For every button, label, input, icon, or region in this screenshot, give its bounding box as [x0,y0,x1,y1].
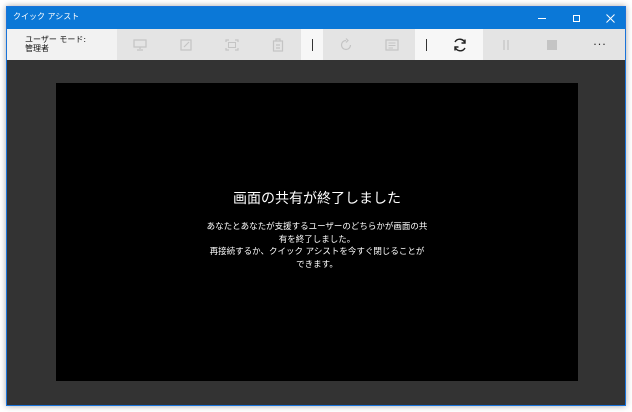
more-icon: ··· [593,38,607,51]
task-manager-icon [272,37,284,52]
close-button[interactable] [593,7,625,29]
message-line: あなたとあなたが支援するユーザーのどちらかが画面の共 [206,222,428,232]
message-line: できます。 [296,259,338,270]
more-options-button[interactable]: ··· [575,29,625,60]
restart-button[interactable] [323,29,369,60]
restart-icon [340,37,352,50]
select-monitor-button[interactable] [117,29,163,60]
task-manager-button[interactable] [255,29,301,60]
instruction-channel-button[interactable] [369,29,415,60]
toolbar: ユーザー モード: 管理者 ··· [7,29,625,60]
actual-size-button[interactable] [209,29,255,60]
maximize-icon [572,14,580,22]
message-line: 再接続するか、クイック アシストを今すぐ閉じることが [209,247,425,257]
minimize-button[interactable] [525,7,559,29]
reconnect-button[interactable] [437,29,483,60]
remote-view-area: 画面の共有が終了しました あなたとあなたが支援するユーザーのどちらかが画面の共 … [7,60,625,405]
stop-icon [547,39,557,50]
session-ended-title: 画面の共有が終了しました [233,191,401,207]
user-mode-indicator: ユーザー モード: 管理者 [7,29,117,60]
user-mode-value: 管理者 [25,44,49,53]
fit-screen-icon [225,38,239,51]
session-ended-message: あなたとあなたが支援するユーザーのどちらかが画面の共 有を終了しました。 再接続… [184,221,450,271]
toolbar-separator [301,29,323,60]
window-title: クイック アシスト [13,12,80,21]
toolbar-separator [415,29,437,60]
quick-assist-window: クイック アシスト ユーザー モード: 管理者 ··· 画面の共有が終了しました… [6,6,626,406]
separator-line [311,38,313,51]
instruction-channel-icon [385,38,399,51]
minimize-icon [538,17,546,19]
close-icon [605,13,615,23]
annotate-button[interactable] [163,29,209,60]
user-mode-label: ユーザー モード: [25,35,87,44]
message-line: 有を終了しました。 [278,234,356,245]
reconnect-icon [454,38,466,51]
title-bar: クイック アシスト [7,7,625,29]
remote-screen-panel: 画面の共有が終了しました あなたとあなたが支援するユーザーのどちらかが画面の共 … [56,83,578,381]
pause-button[interactable] [483,29,529,60]
maximize-button[interactable] [559,7,593,29]
stop-button[interactable] [529,29,575,60]
separator-line [425,38,427,51]
monitor-icon [133,38,147,51]
annotate-icon [180,38,192,51]
pause-icon [503,39,509,50]
